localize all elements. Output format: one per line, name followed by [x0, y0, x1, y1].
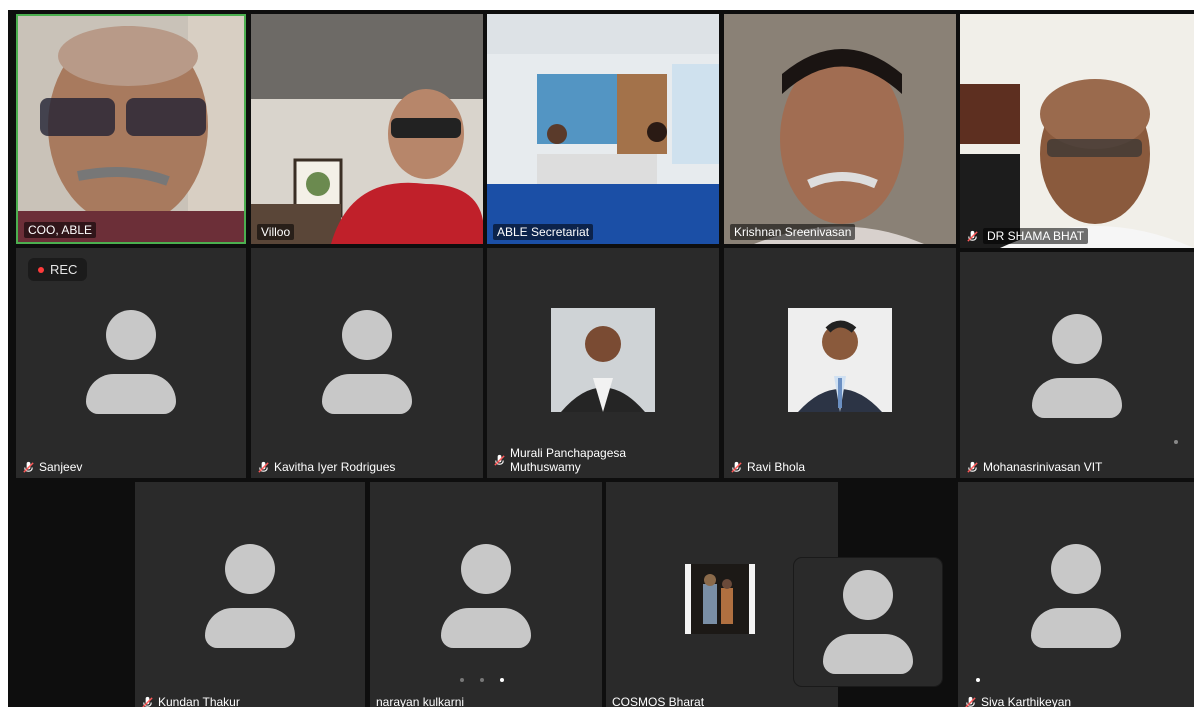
mic-off-icon [23, 461, 34, 473]
avatar-placeholder [1031, 544, 1121, 648]
participant-label: narayan kulkarni [376, 695, 465, 707]
participant-label: Kavitha Iyer Rodrigues [257, 460, 395, 474]
video-tile-dr-shama-bhat[interactable]: DR SHAMA BHAT [960, 14, 1194, 248]
participant-label: Villoo [257, 224, 295, 240]
mic-off-icon [258, 461, 269, 473]
participant-video [18, 16, 244, 242]
avatar-placeholder [322, 310, 412, 414]
participant-label: ABLE Secretariat [493, 224, 594, 240]
participant-video [724, 14, 956, 244]
meeting-grid: COO, ABLE Villoo ABLE Secretariat Krishn… [8, 10, 1194, 707]
video-tile-villoo[interactable]: Villoo [251, 14, 483, 244]
tile-sanjeev[interactable]: REC Sanjeev [16, 248, 246, 478]
page-dot-3[interactable] [500, 678, 504, 682]
tile-siva-karthikeyan[interactable]: Siva Karthikeyan [958, 482, 1194, 707]
avatar-placeholder [86, 310, 176, 414]
record-dot-icon [38, 266, 44, 273]
indicator-dot [1174, 440, 1178, 444]
participant-label: DR SHAMA BHAT [966, 228, 1089, 244]
profile-photo [685, 564, 755, 634]
avatar-placeholder [823, 570, 913, 674]
tile-kavitha[interactable]: Kavitha Iyer Rodrigues [251, 248, 483, 478]
profile-photo [788, 308, 892, 412]
mic-off-icon [731, 461, 742, 473]
participant-label: Kundan Thakur [141, 695, 240, 707]
profile-photo [551, 308, 655, 412]
mic-off-icon [967, 230, 978, 242]
participant-label: COO, ABLE [24, 222, 97, 238]
mic-off-icon [965, 696, 976, 707]
mic-off-icon [967, 461, 978, 473]
participant-label: Sanjeev [22, 460, 82, 474]
video-tile-krishnan[interactable]: Krishnan Sreenivasan [724, 14, 956, 244]
avatar-placeholder [441, 544, 531, 648]
mic-off-icon [494, 454, 505, 466]
page-dot-1[interactable] [460, 678, 464, 682]
indicator-dot [976, 678, 980, 682]
participant-video [487, 14, 719, 244]
mic-off-icon [142, 696, 153, 707]
page-indicator[interactable] [460, 678, 504, 682]
participant-label: Ravi Bhola [730, 460, 805, 474]
video-tile-able-secretariat[interactable]: ABLE Secretariat [487, 14, 719, 244]
participant-video [251, 14, 483, 244]
page-dot-2[interactable] [480, 678, 484, 682]
avatar-placeholder [205, 544, 295, 648]
tile-kundan-thakur[interactable]: Kundan Thakur [135, 482, 365, 707]
participant-label: Krishnan Sreenivasan [730, 224, 856, 240]
avatar-placeholder [1032, 314, 1122, 418]
tile-mohanasrinivasan[interactable]: Mohanasrinivasan VIT [960, 252, 1194, 478]
participant-label: COSMOS Bharat [612, 695, 705, 707]
participant-label: Mohanasrinivasan VIT [966, 460, 1102, 474]
tile-murali[interactable]: Murali Panchapagesa Muthuswamy [487, 248, 719, 478]
participant-label: Siva Karthikeyan [964, 695, 1071, 707]
participant-label: Murali Panchapagesa Muthuswamy [493, 446, 660, 474]
self-view-tile[interactable] [794, 558, 942, 686]
recording-indicator: REC [28, 258, 88, 281]
tile-narayan-kulkarni[interactable]: narayan kulkarni [370, 482, 602, 707]
participant-video [960, 14, 1194, 248]
video-tile-coo-able[interactable]: COO, ABLE [16, 14, 246, 244]
tile-ravi-bhola[interactable]: Ravi Bhola [724, 248, 956, 478]
